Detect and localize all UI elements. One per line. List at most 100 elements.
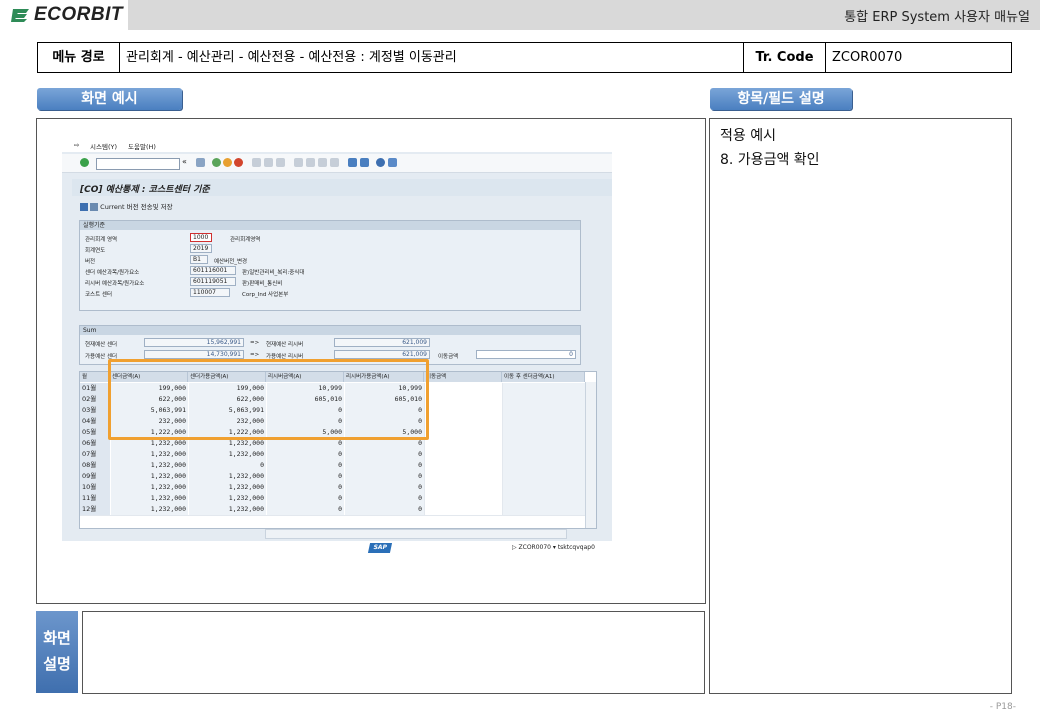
grid-cell-receiver-available: 0 xyxy=(344,482,424,493)
grid-cell-transfer-input[interactable] xyxy=(424,427,502,438)
find-icon[interactable] xyxy=(264,158,273,167)
grid-cell-month: 04월 xyxy=(80,416,110,427)
criteria-label: 회계연도 xyxy=(85,248,106,254)
exit-app-icon[interactable] xyxy=(223,158,232,167)
grid-cell-month: 10월 xyxy=(80,482,110,493)
grid-header-transfer[interactable]: 이동금액 xyxy=(424,372,502,382)
grid-cell-transfer-input[interactable] xyxy=(424,493,502,504)
criteria-label: 버전 xyxy=(85,259,96,265)
grid-cell-receiver-available: 0 xyxy=(344,460,424,471)
field-description-header: 항목/필드 설명 xyxy=(710,88,852,110)
grid-vertical-scrollbar[interactable] xyxy=(585,382,596,528)
grid-cell-sender-available: 1,232,000 xyxy=(188,493,266,504)
table-row: 12월 1,232,000 1,232,000 0 0 xyxy=(80,504,585,516)
first-page-icon[interactable] xyxy=(294,158,303,167)
criteria-label: 리시버 예산과목/원가요소 xyxy=(85,281,145,287)
grid-cell-transfer-input[interactable] xyxy=(424,449,502,460)
highlight-box xyxy=(108,359,429,440)
grid-cell-month: 08월 xyxy=(80,460,110,471)
grid-cell-sender-available: 0 xyxy=(188,460,266,471)
page-number: - P18- xyxy=(989,702,1016,712)
cost-center-input[interactable]: 110007 xyxy=(190,288,230,297)
grid-cell-month: 01월 xyxy=(80,383,110,394)
layout-menu-icon[interactable] xyxy=(388,158,397,167)
screen-description-label-line2: 설명 xyxy=(43,655,71,673)
enter-icon[interactable] xyxy=(80,158,89,167)
grid-cell-receiver-available: 0 xyxy=(344,493,424,504)
print-icon[interactable] xyxy=(252,158,261,167)
logo-text: ECORBIT xyxy=(34,4,123,25)
sum-label: 현재예산 센더 xyxy=(85,342,118,348)
sender-account-input[interactable]: 601116001 xyxy=(190,266,236,275)
grid-cell-sender-available: 1,232,000 xyxy=(188,449,266,460)
grid-cell-after-transfer xyxy=(502,383,585,394)
grid-cell-month: 03월 xyxy=(80,405,110,416)
current-sender-value: 15,962,991 xyxy=(144,338,244,347)
grid-cell-transfer-input[interactable] xyxy=(424,438,502,449)
command-field[interactable] xyxy=(96,158,180,170)
screen-description-label: 화면 설명 xyxy=(36,611,78,693)
ecorbit-logo-icon xyxy=(11,9,29,22)
transfer-amount-input[interactable]: 0 xyxy=(476,350,576,359)
menu-path-value: 관리회계 - 예산관리 - 예산전용 - 예산전용 : 계정별 이동관리 xyxy=(120,43,744,72)
sap-menu-help[interactable]: 도움말(H) xyxy=(128,141,156,151)
grid-cell-sender: 1,232,000 xyxy=(110,482,188,493)
sap-screen-title: [CO] 예산통제 : 코스트센터 기준 xyxy=(80,185,210,195)
fiscal-year-input[interactable]: 2019 xyxy=(190,244,212,253)
help-icon[interactable] xyxy=(376,158,385,167)
sap-status-info: ▷ ZCOR0070 ▾ tsktcqvqap0 xyxy=(512,544,595,551)
next-page-icon[interactable] xyxy=(318,158,327,167)
grid-cell-receiver: 0 xyxy=(266,471,344,482)
receiver-account-input[interactable]: 601119051 xyxy=(190,277,236,286)
grid-cell-after-transfer xyxy=(502,394,585,405)
grid-cell-transfer-input[interactable] xyxy=(424,482,502,493)
save-icon[interactable] xyxy=(196,158,205,167)
last-page-icon[interactable] xyxy=(330,158,339,167)
version-input[interactable]: B1 xyxy=(190,255,208,264)
grid-cell-sender: 1,232,000 xyxy=(110,493,188,504)
new-session-icon[interactable] xyxy=(348,158,357,167)
exit-icon[interactable]: ⇨ xyxy=(74,141,79,149)
back-arrows-icon[interactable]: « xyxy=(182,158,191,167)
grid-header-after-transfer[interactable]: 이동 후 센더금액(A1) xyxy=(502,372,585,382)
grid-cell-month: 11월 xyxy=(80,493,110,504)
screen-example-header: 화면 예시 xyxy=(37,88,182,110)
shortcut-icon[interactable] xyxy=(360,158,369,167)
save-current-button[interactable]: Current 버전 전송및 저장 xyxy=(100,203,172,211)
sum-label: 이동금액 xyxy=(438,354,459,360)
grid-cell-transfer-input[interactable] xyxy=(424,416,502,427)
tcode-value: ZCOR0070 xyxy=(832,50,903,65)
grid-cell-sender: 1,232,000 xyxy=(110,460,188,471)
grid-cell-receiver: 0 xyxy=(266,449,344,460)
grid-cell-after-transfer xyxy=(502,493,585,504)
save-current-icon[interactable] xyxy=(90,203,99,211)
sap-screenshot: ⇨ 시스템(Y) 도움말(H) « [CO] 예산통제 : 코스트센터 기준 C… xyxy=(62,137,612,555)
screen-description-box xyxy=(82,611,705,694)
grid-cell-receiver: 0 xyxy=(266,482,344,493)
cancel-icon[interactable] xyxy=(234,158,243,167)
grid-cell-after-transfer xyxy=(502,416,585,427)
sap-menu-bar: ⇨ 시스템(Y) 도움말(H) xyxy=(62,137,612,152)
grid-cell-month: 09월 xyxy=(80,471,110,482)
info-icon[interactable] xyxy=(80,203,88,211)
grid-cell-transfer-input[interactable] xyxy=(424,471,502,482)
grid-cell-transfer-input[interactable] xyxy=(424,405,502,416)
grid-cell-transfer-input[interactable] xyxy=(424,504,502,515)
grid-cell-receiver-available: 0 xyxy=(344,471,424,482)
grid-header-month[interactable]: 월 xyxy=(80,372,110,382)
co-area-input[interactable]: 1000 xyxy=(190,233,212,242)
grid-cell-transfer-input[interactable] xyxy=(424,383,502,394)
sap-menu-system[interactable]: 시스템(Y) xyxy=(90,141,117,151)
grid-cell-transfer-input[interactable] xyxy=(424,394,502,405)
grid-horizontal-scrollbar[interactable] xyxy=(265,529,567,539)
grid-cell-month: 06월 xyxy=(80,438,110,449)
grid-cell-after-transfer xyxy=(502,482,585,493)
criteria-text: 판)판매비_통신비 xyxy=(242,281,283,287)
grid-cell-transfer-input[interactable] xyxy=(424,460,502,471)
find-next-icon[interactable] xyxy=(276,158,285,167)
grid-cell-month: 05월 xyxy=(80,427,110,438)
grid-cell-receiver-available: 0 xyxy=(344,449,424,460)
back-icon[interactable] xyxy=(212,158,221,167)
criteria-text: 관리회계영역 xyxy=(230,237,261,243)
prev-page-icon[interactable] xyxy=(306,158,315,167)
